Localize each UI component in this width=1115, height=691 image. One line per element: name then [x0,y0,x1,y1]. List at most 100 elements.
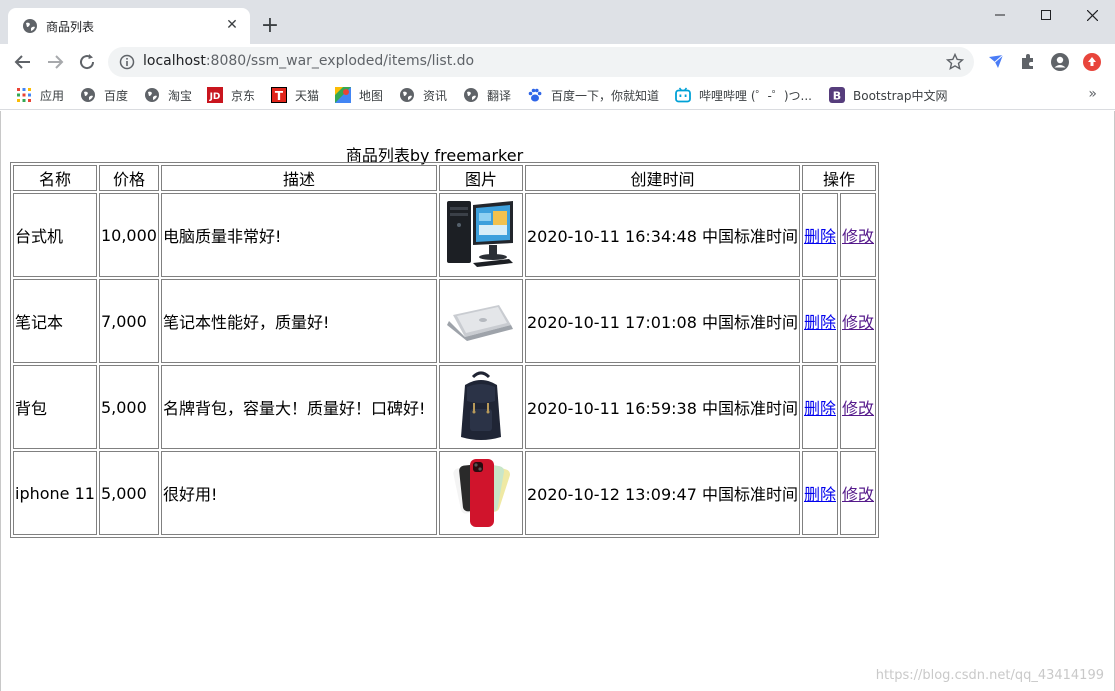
cell-pic [438,451,523,535]
cell-pic [438,365,523,449]
delete-link[interactable]: 删除 [804,313,836,332]
cell-edit: 修改 [840,193,877,277]
cell-name: 背包 [13,365,97,449]
forward-arrow-icon[interactable] [41,48,69,76]
close-tab-icon[interactable]: ✕ [222,15,242,35]
address-bar[interactable]: localhost:8080/ssm_war_exploded/items/li… [108,47,974,77]
url-text[interactable]: localhost:8080/ssm_war_exploded/items/li… [143,53,474,69]
table-row: iphone 11 5,000 很好用! 2020-10-12 13:09:47… [13,451,877,535]
cell-created: 2020-10-11 16:34:48 中国标准时间 [524,193,800,277]
edit-link[interactable]: 修改 [842,313,874,332]
jd-logo-icon: JD [207,87,223,103]
cell-created: 2020-10-12 13:09:47 中国标准时间 [524,451,800,535]
bookmark-bootstrap[interactable]: B Bootstrap中文网 [829,85,947,105]
cell-created: 2020-10-11 16:59:38 中国标准时间 [524,365,800,449]
cell-name: 笔记本 [13,279,97,363]
cell-desc: 笔记本性能好，质量好! [160,279,437,363]
maximize-icon[interactable] [1023,0,1069,30]
edit-link[interactable]: 修改 [842,227,874,246]
cell-price: 10,000 [98,193,159,277]
bookmark-apps[interactable]: 应用 [16,85,64,105]
table-row: 背包 5,000 名牌背包，容量大！质量好！口碑好! 2020-10-11 16… [13,365,877,449]
tab-strip: 商品列表 ✕ + [0,0,1115,44]
cell-delete: 删除 [801,365,838,449]
cell-pic [438,279,523,363]
bookmark-baidu-search[interactable]: 百度一下，你就知道 [527,85,659,105]
cell-desc: 很好用! [160,451,437,535]
bookmark-star-icon[interactable] [946,53,964,71]
cell-edit: 修改 [840,279,877,363]
header-pic: 图片 [438,165,523,191]
bookmark-maps[interactable]: 地图 [335,85,383,105]
extension-bird-icon[interactable] [986,52,1006,72]
info-icon[interactable] [119,54,135,70]
svg-text:B: B [833,90,841,103]
edit-link[interactable]: 修改 [842,399,874,418]
cell-price: 5,000 [98,451,159,535]
iphone-image [453,459,510,527]
header-desc: 描述 [160,165,437,191]
table-row: 台式机 10,000 电脑质量非常好! 2020-10-11 16:34:48 … [13,193,877,277]
bookmark-baidu[interactable]: 百度 [80,85,128,105]
delete-link[interactable]: 删除 [804,227,836,246]
cell-delete: 删除 [801,451,838,535]
bookmark-jd[interactable]: JD 京东 [207,85,255,105]
bootstrap-logo-icon: B [829,87,845,103]
table-row: 笔记本 7,000 笔记本性能好，质量好! 2020-10-11 17:01:0… [13,279,877,363]
bookmarks-bar: 应用 百度 淘宝 JD 京东 T 天猫 地图 资讯 翻译 百度一下，你就知道 哔… [0,80,1115,110]
bookmark-taobao[interactable]: 淘宝 [144,85,192,105]
page-content: 商品列表by freemarker 名称 价格 描述 图片 创建时间 操作 台式… [0,111,1115,691]
cell-delete: 删除 [801,193,838,277]
tmall-logo-icon: T [271,87,287,103]
bookmark-bilibili[interactable]: 哔哩哔哩 (゜-゜)つ... [675,85,812,105]
window-close-icon[interactable] [1069,0,1115,30]
svg-text:T: T [275,89,284,103]
extensions-puzzle-icon[interactable] [1018,52,1038,72]
cell-desc: 名牌背包，容量大！质量好！口碑好! [160,365,437,449]
globe-icon [145,88,159,102]
laptop-image [446,305,513,341]
bilibili-icon [675,87,691,103]
cell-price: 5,000 [98,365,159,449]
back-arrow-icon[interactable] [9,48,37,76]
bookmark-tmall[interactable]: T 天猫 [271,85,319,105]
globe-icon [23,19,37,33]
bookmarks-overflow-button[interactable]: » [1088,86,1097,102]
cell-price: 7,000 [98,279,159,363]
bookmark-news[interactable]: 资讯 [399,85,447,105]
header-name: 名称 [13,165,97,191]
header-created: 创建时间 [524,165,800,191]
cell-edit: 修改 [840,451,877,535]
maps-icon [335,87,351,103]
globe-icon [400,88,414,102]
globe-icon [81,88,95,102]
edit-link[interactable]: 修改 [842,485,874,504]
cell-delete: 删除 [801,279,838,363]
globe-icon [464,88,478,102]
new-tab-button[interactable]: + [258,13,282,38]
cell-name: iphone 11 [13,451,97,535]
reload-icon[interactable] [73,48,101,76]
svg-text:JD: JD [209,92,221,102]
watermark-text: https://blog.csdn.net/qq_43414199 [875,668,1104,683]
cell-pic [438,193,523,277]
backpack-image [460,371,501,440]
tab-title: 商品列表 [46,20,95,34]
baidu-paw-icon [528,88,542,102]
header-price: 价格 [98,165,159,191]
cell-edit: 修改 [840,365,877,449]
desktop-computer-image [446,201,513,267]
update-arrow-icon[interactable] [1082,52,1102,72]
delete-link[interactable]: 删除 [804,399,836,418]
bookmark-translate[interactable]: 翻译 [463,85,511,105]
minimize-icon[interactable] [977,0,1023,30]
items-table: 名称 价格 描述 图片 创建时间 操作 台式机 10,000 电脑质量非常好! [10,162,880,538]
apps-grid-icon [17,88,31,102]
delete-link[interactable]: 删除 [804,485,836,504]
table-header-row: 名称 价格 描述 图片 创建时间 操作 [13,165,877,191]
profile-avatar-icon[interactable] [1050,52,1070,72]
cell-name: 台式机 [13,193,97,277]
tab-active[interactable]: 商品列表 ✕ [8,8,250,44]
cell-created: 2020-10-11 17:01:08 中国标准时间 [524,279,800,363]
header-ops: 操作 [801,165,877,191]
